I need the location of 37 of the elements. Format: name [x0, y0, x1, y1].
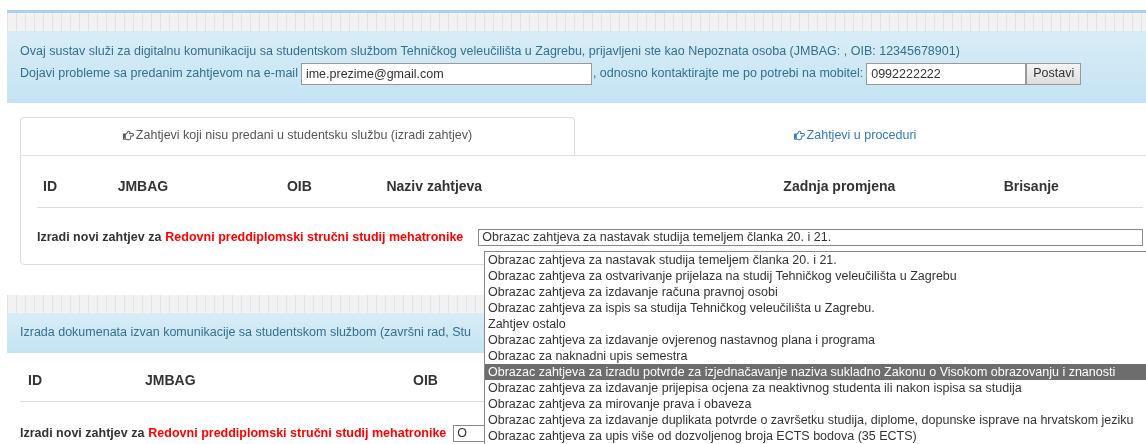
column-header: JMBAG: [117, 177, 169, 194]
info-text: Ovaj sustav služi za digitalnu komunikaciju sa studentskom službom Tehničkog veleučilišta u Zagrebu, prijavljeni ste kao Nepoznata osoba (JMBAG: , OIB: 12345678901): [20, 43, 961, 60]
email-label: Dojavi probleme sa predanim zahtjevom na e-mail: [20, 65, 298, 83]
column-header: Zadnja promjena: [783, 177, 896, 194]
dropdown-option[interactable]: Obrazac zahtjeva za izdavanje duplikata potvrde o završetku studija, diplome, dopunske isprave na hrvatskom jeziku: [485, 412, 1146, 428]
pointing-hand-icon: [122, 130, 134, 142]
pointing-hand-icon: [793, 130, 805, 142]
dropdown-option[interactable]: Obrazac zahtjeva za ostvarivanje prijelaza na studij Tehničkog veleučilišta u Zagrebu: [485, 268, 1146, 284]
phone-label: , odnosno kontaktirajte me po potrebi na mobitel:: [592, 65, 864, 83]
new-request-label: Izradi novi zahtjev za: [37, 228, 162, 246]
new-request-label: Izradi novi zahtjev za: [20, 424, 145, 442]
dropdown-option[interactable]: Obrazac za naknadni upis semestra: [485, 348, 1146, 364]
column-header: OIB: [286, 177, 312, 194]
dropdown-option[interactable]: Obrazac zahtjeva za ispis sa studija Tehničkog veleučilišta u Zagrebu.: [485, 300, 1146, 316]
set-button[interactable]: Postavi: [1026, 62, 1082, 85]
dropdown-option[interactable]: Obrazac zahtjeva za izdavanje ovjerenog nastavnog plana i programa: [485, 332, 1146, 348]
column-header: ID: [28, 371, 42, 388]
info-text: Izrada dokumenata izvan komunikacije sa studentskom službom (završni rad, Stu: [20, 324, 471, 342]
column-header: Naziv zahtjeva: [386, 177, 483, 194]
dropdown-option[interactable]: Obrazac zahtjeva za izdavanje računa pravnoj osobi: [485, 284, 1146, 300]
dropdown-option[interactable]: Obrazac zahtjeva za nastavak studija temeljem članka 20. i 21.: [485, 252, 1146, 268]
email-field[interactable]: ime.prezime@gmail.com: [300, 62, 592, 85]
column-header: OIB: [413, 371, 438, 388]
dropdown-option[interactable]: Obrazac zahtjeva za izdavanje prijepisa ocjena za neaktivnog studenta ili nakon ispisa sa studija: [485, 380, 1146, 396]
column-header: Brisanje: [1003, 177, 1059, 194]
column-header: JMBAG: [145, 371, 196, 388]
tab[interactable]: Zahtjevi u proceduri: [575, 116, 1135, 155]
phone-field[interactable]: 0992222222: [866, 62, 1027, 85]
dropdown-option[interactable]: Zahtjev ostalo: [485, 316, 1146, 332]
request-select[interactable]: Obrazac zahtjeva za nastavak studija temeljem članka 20. i 21.: [478, 228, 1143, 246]
dropdown-option[interactable]: Obrazac zahtjeva za izradu potvrde za izjednačavanje naziva sukladno Zakonu o Visokom obrazovanju i znanosti: [485, 364, 1146, 380]
tab[interactable]: Zahtjevi koji nisu predani u studentsku službu (izradi zahtjev): [20, 116, 575, 155]
dropdown-option[interactable]: Obrazac zahtjeva za mirovanje prava i obaveza: [485, 396, 1146, 412]
study-program: Redovni preddiplomski stručni studij mehatronike: [165, 228, 464, 246]
study-program: Redovni preddiplomski stručni studij mehatronike: [148, 424, 447, 442]
column-header: ID: [43, 177, 57, 194]
dropdown-option[interactable]: Obrazac zahtjeva za upis više od dozvoljenog broja ECTS bodova (35 ECTS): [485, 428, 1146, 444]
